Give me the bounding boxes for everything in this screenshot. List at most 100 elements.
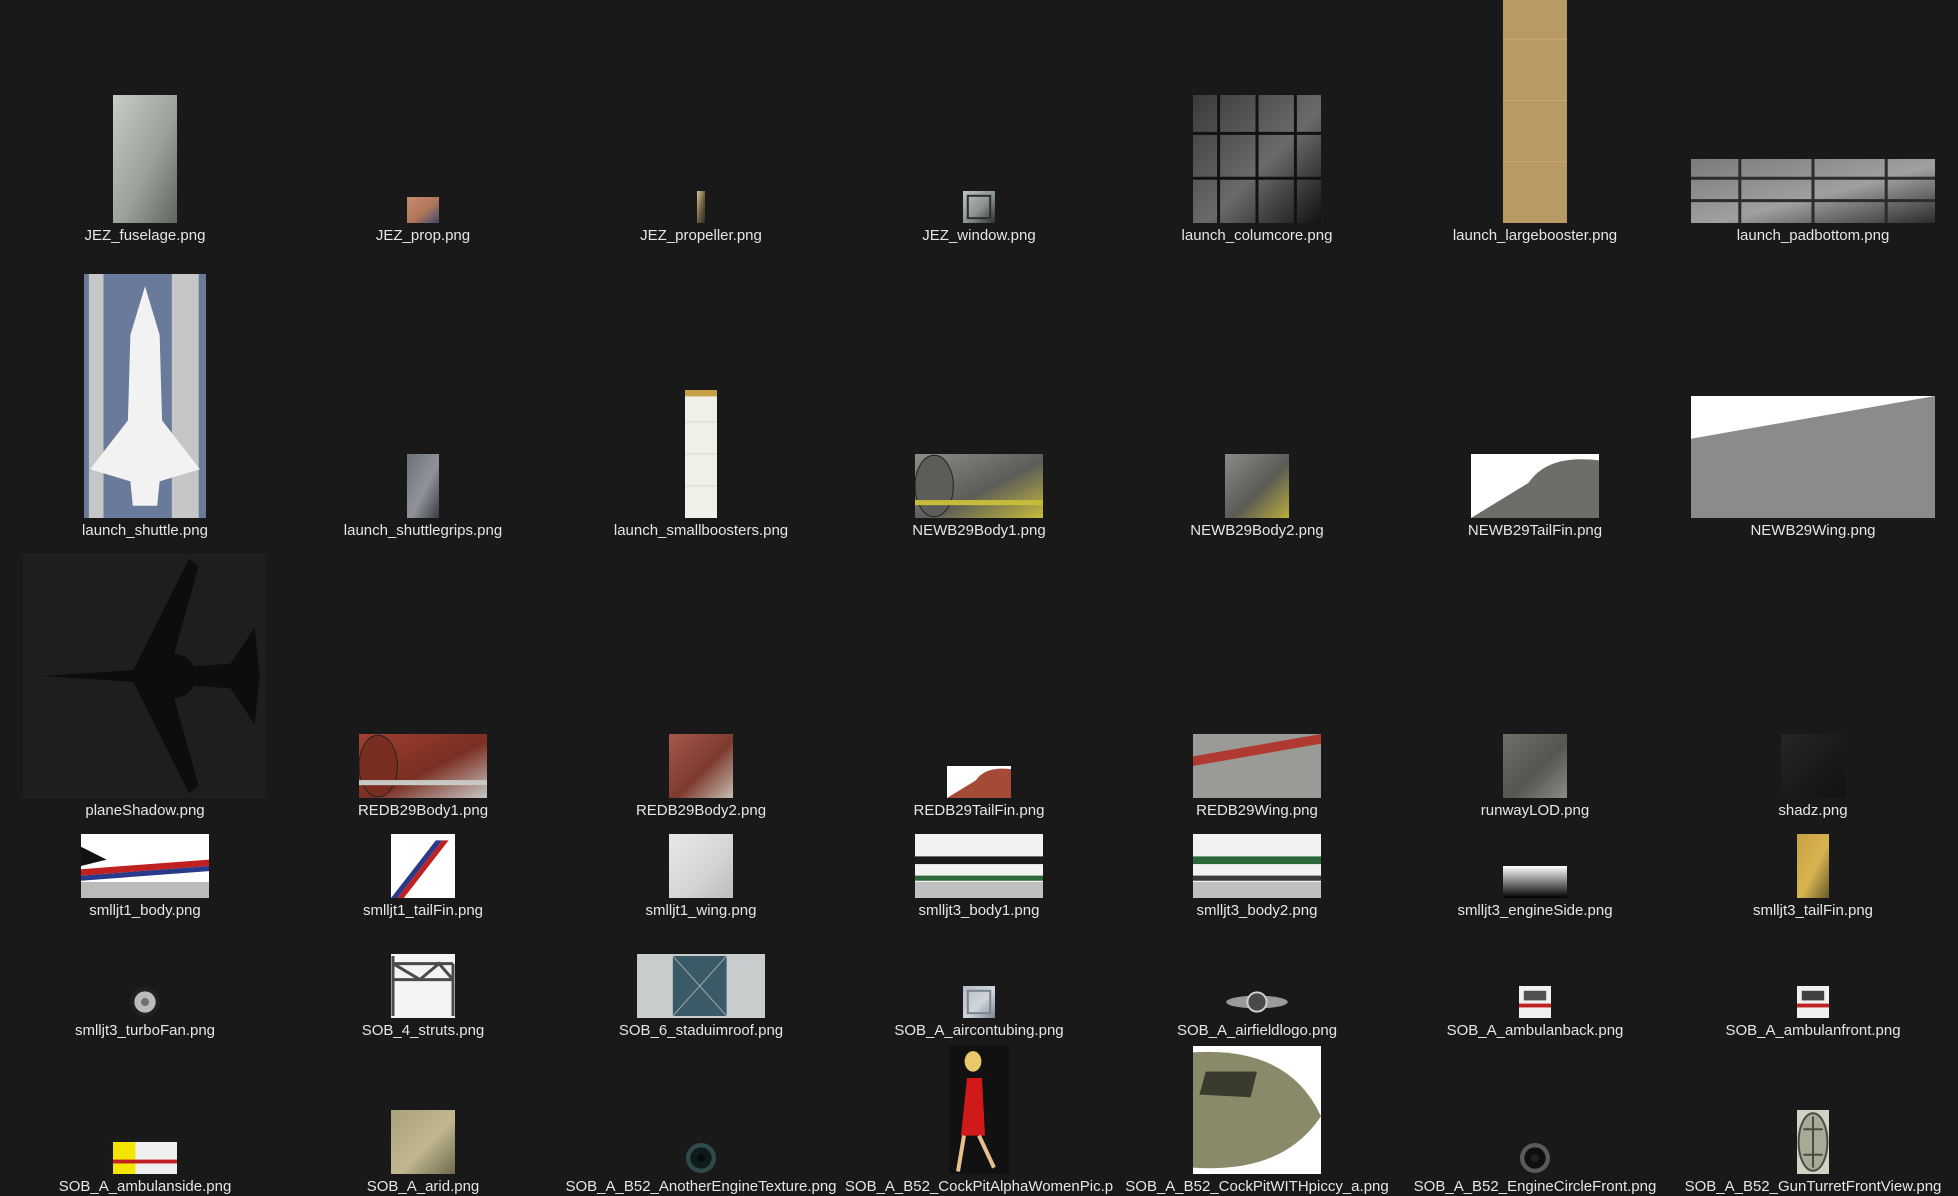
file-name-label: SOB_A_B52_GunTurretFrontView.png [1684, 1178, 1942, 1195]
column-core-texture-thumb [1193, 95, 1321, 223]
propeller-texture-thumb [697, 191, 705, 223]
file-item[interactable]: launch_shuttle.png [6, 260, 284, 540]
struts-texture-thumb [391, 954, 455, 1018]
file-name-label: smlljt3_tailFin.png [1752, 902, 1874, 919]
file-name-label: smlljt3_turboFan.png [74, 1022, 216, 1039]
file-name-label: SOB_A_ambulanback.png [1446, 1022, 1624, 1039]
file-name-label: SOB_4_struts.png [361, 1022, 485, 1039]
file-item[interactable]: smlljt3_body1.png [840, 818, 1118, 920]
b52-cockpit-pinup-texture-thumb [949, 1046, 1009, 1174]
file-item[interactable]: smlljt3_engineSide.png [1396, 818, 1674, 920]
file-item[interactable]: SOB_A_airfieldlogo.png [1118, 920, 1396, 1040]
file-name-label: JEZ_fuselage.png [84, 227, 206, 244]
file-name-label: JEZ_propeller.png [640, 227, 762, 244]
file-name-label: SOB_A_ambulanside.png [58, 1178, 232, 1195]
file-name-label: SOB_6_staduimroof.png [618, 1022, 784, 1039]
file-name-label: launch_smallboosters.png [613, 522, 789, 539]
b52-engine-texture-thumb [686, 1143, 716, 1173]
file-name-label: NEWB29Body1.png [912, 522, 1046, 539]
ambulance-side-texture-thumb [113, 1142, 177, 1174]
arid-terrain-texture-thumb [391, 1110, 455, 1174]
file-item[interactable]: smlljt1_wing.png [562, 818, 840, 920]
runway-lod-texture-thumb [1503, 734, 1567, 798]
file-item[interactable]: smlljt3_turboFan.png [6, 920, 284, 1040]
file-name-label: NEWB29Body2.png [1190, 522, 1324, 539]
file-item[interactable]: JEZ_window.png [840, 0, 1118, 245]
file-name-label: SOB_A_ambulanfront.png [1725, 1022, 1901, 1039]
newb29-tailfin-texture-thumb [1471, 454, 1599, 518]
b52-gun-turret-texture-thumb [1797, 1110, 1829, 1174]
file-item[interactable]: smlljt1_tailFin.png [284, 818, 562, 920]
file-item[interactable]: SOB_A_ambulanside.png [6, 1040, 284, 1196]
file-item[interactable]: SOB_A_B52_EngineCircleFront.png [1396, 1040, 1674, 1196]
file-item[interactable]: launch_smallboosters.png [562, 260, 840, 540]
file-item[interactable]: planeShadow.png [6, 545, 284, 820]
b52-engine-circle-texture-thumb [1520, 1143, 1550, 1173]
redb29-body1-texture-thumb [359, 734, 487, 798]
file-item[interactable]: NEWB29TailFin.png [1396, 260, 1674, 540]
large-booster-texture-thumb [1503, 0, 1567, 223]
file-item[interactable]: SOB_A_arid.png [284, 1040, 562, 1196]
file-item[interactable]: smlljt3_tailFin.png [1674, 818, 1952, 920]
file-item[interactable]: NEWB29Body2.png [1118, 260, 1396, 540]
file-item[interactable]: launch_shuttlegrips.png [284, 260, 562, 540]
file-item[interactable]: REDB29TailFin.png [840, 545, 1118, 820]
file-item[interactable]: shadz.png [1674, 545, 1952, 820]
file-name-label: launch_padbottom.png [1736, 227, 1890, 244]
file-item[interactable]: REDB29Body1.png [284, 545, 562, 820]
file-name-label: SOB_A_aircontubing.png [894, 1022, 1064, 1039]
file-name-label: SOB_A_B52_EngineCircleFront.png [1413, 1178, 1657, 1195]
shadz-texture-thumb [1781, 734, 1845, 798]
smlljt3-turbofan-texture-thumb [130, 987, 160, 1017]
file-item[interactable]: JEZ_propeller.png [562, 0, 840, 245]
file-name-label: SOB_A_arid.png [366, 1178, 480, 1195]
file-item[interactable]: REDB29Wing.png [1118, 545, 1396, 820]
fuselage-texture-thumb [113, 95, 177, 223]
file-item[interactable]: SOB_A_B52_CockPitAlphaWomenPic.p [840, 1040, 1118, 1196]
file-item[interactable]: SOB_A_B52_CockPitWITHpiccy_a.png [1118, 1040, 1396, 1196]
newb29-wing-texture-thumb [1691, 396, 1935, 518]
file-name-label: SOB_A_B52_AnotherEngineTexture.png [565, 1178, 837, 1195]
file-item[interactable]: launch_largebooster.png [1396, 0, 1674, 245]
shuttle-grips-texture-thumb [407, 454, 439, 518]
file-item[interactable]: smlljt3_body2.png [1118, 818, 1396, 920]
airfield-logo-texture-thumb [1226, 991, 1288, 1013]
file-name-label: SOB_A_B52_CockPitAlphaWomenPic.p [844, 1178, 1114, 1195]
file-name-label: SOB_A_B52_CockPitWITHpiccy_a.png [1125, 1178, 1389, 1195]
file-name-label: launch_shuttle.png [82, 522, 208, 539]
file-item[interactable]: SOB_A_B52_GunTurretFrontView.png [1674, 1040, 1952, 1196]
file-item[interactable]: SOB_A_aircontubing.png [840, 920, 1118, 1040]
newb29-body2-texture-thumb [1225, 454, 1289, 518]
file-item[interactable]: JEZ_prop.png [284, 0, 562, 245]
file-item[interactable]: SOB_A_B52_AnotherEngineTexture.png [562, 1040, 840, 1196]
file-name-label: launch_largebooster.png [1452, 227, 1618, 244]
file-item[interactable]: REDB29Body2.png [562, 545, 840, 820]
file-item[interactable]: smlljt1_body.png [6, 818, 284, 920]
plane-shadow-texture-thumb [23, 554, 267, 798]
window-texture-thumb [963, 191, 995, 223]
file-name-label: launch_columcore.png [1181, 227, 1333, 244]
file-icon-grid: JEZ_fuselage.png JEZ_prop.png JEZ_propel… [0, 0, 1958, 1196]
smlljt3-body2-texture-thumb [1193, 834, 1321, 898]
file-item[interactable]: launch_padbottom.png [1674, 0, 1952, 245]
file-item[interactable]: launch_columcore.png [1118, 0, 1396, 245]
file-item[interactable]: runwayLOD.png [1396, 545, 1674, 820]
file-item[interactable]: SOB_6_staduimroof.png [562, 920, 840, 1040]
smlljt3-engineside-texture-thumb [1503, 866, 1567, 898]
file-item[interactable]: SOB_A_ambulanback.png [1396, 920, 1674, 1040]
pad-bottom-texture-thumb [1691, 159, 1935, 223]
ambulance-front-texture-thumb [1797, 986, 1829, 1018]
file-item[interactable]: JEZ_fuselage.png [6, 0, 284, 245]
file-name-label: launch_shuttlegrips.png [343, 522, 503, 539]
file-name-label: smlljt3_body1.png [918, 902, 1040, 919]
file-name-label: SOB_A_airfieldlogo.png [1176, 1022, 1338, 1039]
file-name-label: JEZ_window.png [922, 227, 1036, 244]
file-item[interactable]: NEWB29Body1.png [840, 260, 1118, 540]
file-name-label: NEWB29Wing.png [1750, 522, 1876, 539]
file-name-label: smlljt3_engineSide.png [1457, 902, 1613, 919]
file-item[interactable]: SOB_A_ambulanfront.png [1674, 920, 1952, 1040]
redb29-body2-texture-thumb [669, 734, 733, 798]
file-item[interactable]: SOB_4_struts.png [284, 920, 562, 1040]
shuttle-texture-thumb [84, 274, 206, 518]
file-item[interactable]: NEWB29Wing.png [1674, 260, 1952, 540]
